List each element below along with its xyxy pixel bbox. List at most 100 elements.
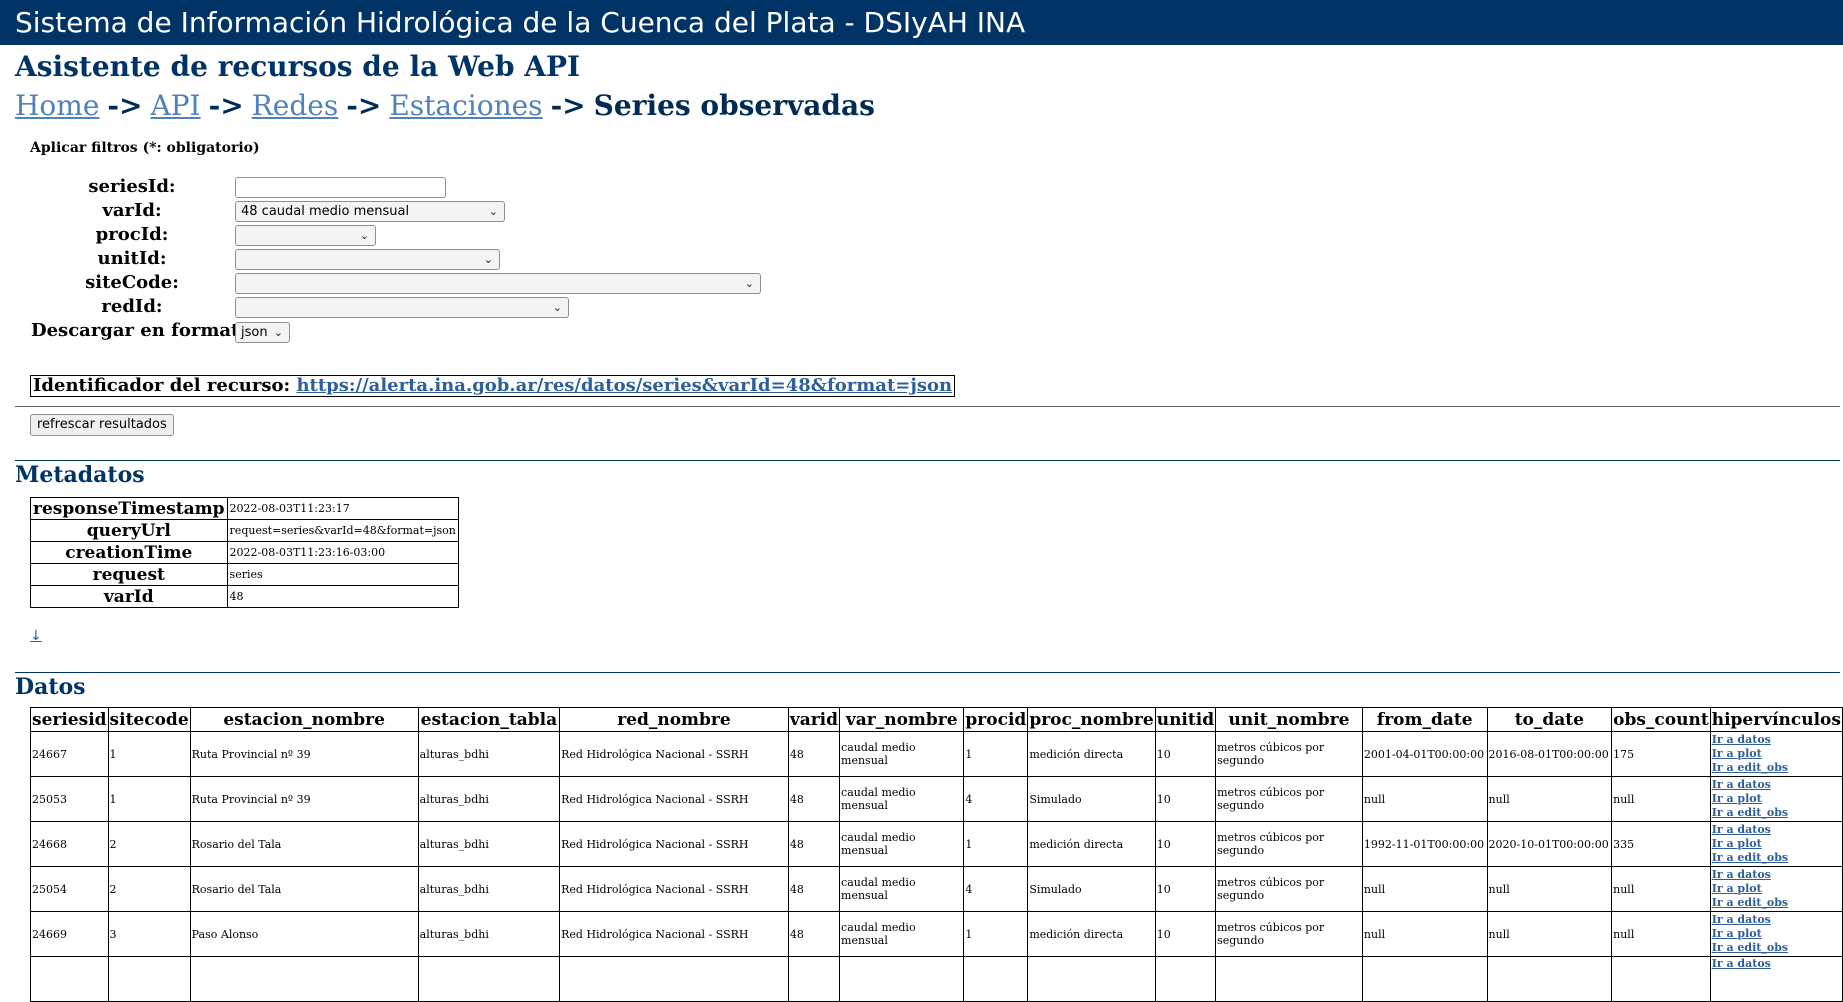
table-row: Ir a datos — [30, 956, 1843, 1002]
cell-unitid: 10 — [1154, 776, 1217, 822]
cell-estacion-tabla: alturas_bdhi — [417, 911, 561, 957]
breadcrumb-redes-link[interactable]: Redes — [252, 89, 339, 122]
cell-seriesid: 24667 — [30, 731, 109, 777]
go-to-plot-link[interactable]: Ir a plot — [1712, 882, 1841, 896]
cell-varid: 48 — [787, 866, 841, 912]
cell-procid: 1 — [963, 821, 1029, 867]
cell-sitecode: 3 — [107, 911, 191, 957]
format-label: Descargar en formato: — [31, 320, 259, 341]
metadata-table: responseTimestamp 2022-08-03T11:23:17 quer… — [30, 497, 459, 608]
cell-estacion-nombre: Ruta Provincial nº 39 — [189, 731, 419, 777]
metadata-row: queryUrl request=series&varId=48&format=j… — [30, 519, 459, 542]
table-cell — [417, 956, 561, 1002]
download-arrow-icon[interactable]: ↓ — [30, 628, 42, 644]
metadata-key: creationTime — [30, 541, 228, 564]
go-to-plot-link[interactable]: Ir a plot — [1712, 792, 1841, 806]
cell-unit-nombre: metros cúbicos por segundo — [1215, 821, 1363, 867]
cell-to-date: null — [1486, 911, 1613, 957]
breadcrumb-separator: -> — [208, 89, 244, 122]
cell-procid: 4 — [963, 776, 1029, 822]
breadcrumb-home-link[interactable]: Home — [15, 89, 99, 122]
table-cell — [1154, 956, 1217, 1002]
cell-sitecode: 1 — [107, 776, 191, 822]
go-to-plot-link[interactable]: Ir a plot — [1712, 837, 1841, 851]
table-cell — [839, 956, 965, 1002]
go-to-data-link[interactable]: Ir a datos — [1712, 778, 1841, 792]
chevron-down-icon: ⌄ — [552, 301, 562, 314]
go-to-edit-obs-link[interactable]: Ir a edit_obs — [1712, 941, 1841, 955]
varid-select[interactable]: 48 caudal medio mensual ⌄ — [235, 201, 505, 222]
go-to-data-link[interactable]: Ir a datos — [1712, 958, 1841, 972]
go-to-data-link[interactable]: Ir a datos — [1712, 913, 1841, 927]
cell-obs-count: null — [1611, 911, 1711, 957]
go-to-edit-obs-link[interactable]: Ir a edit_obs — [1712, 896, 1841, 910]
cell-unitid: 10 — [1154, 866, 1217, 912]
breadcrumb-api-link[interactable]: API — [151, 89, 201, 122]
go-to-data-link[interactable]: Ir a datos — [1712, 733, 1841, 747]
cell-unit-nombre: metros cúbicos por segundo — [1215, 776, 1363, 822]
metadata-row: responseTimestamp 2022-08-03T11:23:17 — [30, 497, 459, 520]
cell-from-date: null — [1361, 776, 1488, 822]
table-cell — [1361, 956, 1488, 1002]
metadata-value: request=series&varId=48&format=json — [226, 519, 459, 542]
cell-var-nombre: caudal medio mensual — [839, 911, 965, 957]
cell-sitecode: 2 — [107, 866, 191, 912]
cell-seriesid: 24669 — [30, 911, 109, 957]
go-to-plot-link[interactable]: Ir a plot — [1712, 927, 1841, 941]
sitecode-select[interactable]: ⌄ — [235, 273, 761, 294]
breadcrumb: Home -> API -> Redes -> Estaciones -> Series obs… — [15, 89, 875, 122]
go-to-plot-link[interactable]: Ir a plot — [1712, 747, 1841, 761]
refresh-results-button[interactable]: refrescar resultados — [30, 414, 174, 436]
table-cell — [1027, 956, 1156, 1002]
cell-proc-nombre: Simulado — [1027, 776, 1156, 822]
go-to-edit-obs-link[interactable]: Ir a edit_obs — [1712, 806, 1841, 820]
cell-varid: 48 — [787, 821, 841, 867]
procid-select[interactable]: ⌄ — [235, 225, 376, 246]
column-header: estacion_nombre — [189, 707, 419, 732]
table-cell — [30, 956, 109, 1002]
go-to-edit-obs-link[interactable]: Ir a edit_obs — [1712, 851, 1841, 865]
resource-url-link[interactable]: https://alerta.ina.gob.ar/res/datos/seri… — [296, 375, 952, 396]
cell-varid: 48 — [787, 776, 841, 822]
table-cell — [1486, 956, 1613, 1002]
cell-estacion-tabla: alturas_bdhi — [417, 866, 561, 912]
sitecode-label: siteCode: — [85, 272, 179, 293]
seriesid-input[interactable] — [235, 177, 446, 198]
table-cell — [787, 956, 841, 1002]
metadata-key: responseTimestamp — [30, 497, 228, 520]
chevron-down-icon: ⌄ — [744, 277, 754, 290]
go-to-data-link[interactable]: Ir a datos — [1712, 823, 1841, 837]
cell-proc-nombre: medición directa — [1027, 911, 1156, 957]
breadcrumb-estaciones-link[interactable]: Estaciones — [389, 89, 542, 122]
hyperlinks-cell: Ir a datos Ir a plot Ir a edit_obs — [1709, 776, 1843, 822]
cell-red-nombre: Red Hidrológica Nacional - SSRH — [559, 911, 789, 957]
cell-estacion-nombre: Rosario del Tala — [189, 821, 419, 867]
cell-varid: 48 — [787, 731, 841, 777]
cell-estacion-tabla: alturas_bdhi — [417, 731, 561, 777]
resource-identifier: Identificador del recurso: https://alert… — [30, 375, 956, 397]
cell-obs-count: null — [1611, 866, 1711, 912]
table-row: 25054 2 Rosario del Tala alturas_bdhi Red Hi… — [30, 866, 1843, 912]
breadcrumb-separator: -> — [107, 89, 143, 122]
table-cell — [189, 956, 419, 1002]
go-to-edit-obs-link[interactable]: Ir a edit_obs — [1712, 761, 1841, 775]
cell-unitid: 10 — [1154, 731, 1217, 777]
cell-from-date: null — [1361, 866, 1488, 912]
column-header: from_date — [1361, 707, 1488, 732]
cell-procid: 1 — [963, 911, 1029, 957]
unitid-select[interactable]: ⌄ — [235, 249, 500, 270]
chevron-down-icon: ⌄ — [488, 205, 498, 218]
column-header: seriesid — [30, 707, 109, 732]
cell-var-nombre: caudal medio mensual — [839, 821, 965, 867]
metadata-value: 48 — [226, 585, 459, 608]
go-to-data-link[interactable]: Ir a datos — [1712, 868, 1841, 882]
cell-obs-count: null — [1611, 776, 1711, 822]
seriesid-label: seriesId: — [88, 176, 176, 197]
procid-label: procId: — [95, 224, 169, 245]
format-select[interactable]: json ⌄ — [235, 322, 290, 343]
redid-select[interactable]: ⌄ — [235, 297, 569, 318]
chevron-down-icon: ⌄ — [359, 229, 369, 242]
cell-seriesid: 25053 — [30, 776, 109, 822]
divider — [15, 460, 1840, 461]
table-cell — [1611, 956, 1711, 1002]
